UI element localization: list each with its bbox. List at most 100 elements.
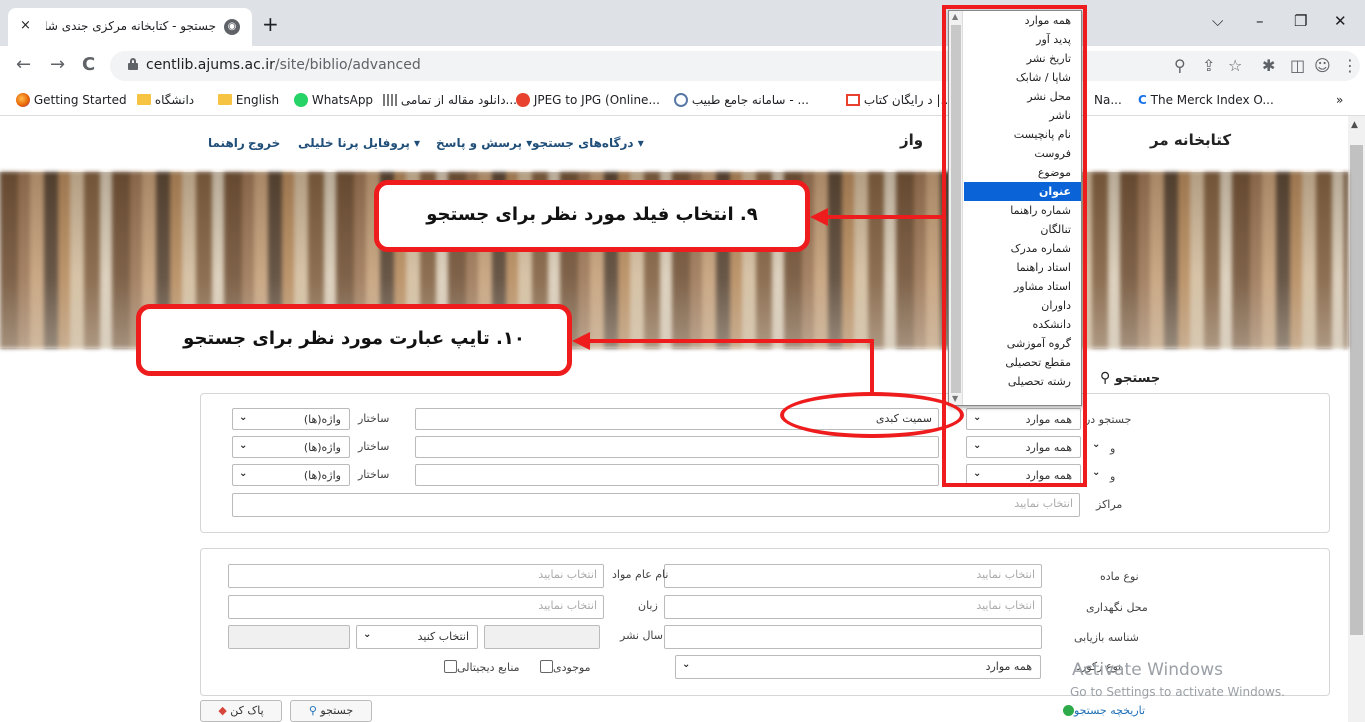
bookmarks-overflow-icon[interactable]: » [1336,93,1343,107]
nav-qa[interactable]: پرسش و پاسخ ▾ [436,136,532,150]
search-in-label: جستجو در [1085,413,1132,426]
search-section-title: ⚲ جستجو [1100,370,1161,386]
centers-label: مراکز [1096,498,1123,511]
nav-search-portals[interactable]: درگاه‌های جستجو ▾ [532,136,644,150]
red-box-icon [846,94,860,106]
site-favicon-icon: ◉ [224,19,240,35]
bars-icon [383,94,397,106]
history-icon [1063,705,1074,716]
chevron-down-icon: ⌄ [239,412,248,423]
material-type-input[interactable]: انتخاب نمایید [664,564,1042,588]
scroll-up-icon[interactable]: ▲ [1351,120,1358,130]
sidepanel-icon[interactable]: ◫ [1290,56,1305,75]
structure-label-1: ساختار [358,412,390,425]
search-icon: ⚲ [308,704,317,717]
bookmark-getting-started[interactable]: Getting Started [16,93,127,107]
site-title-tail: واز [900,131,924,149]
annotation-query-ellipse [780,392,964,438]
firefox-icon [16,93,30,107]
bookmark-article-download[interactable]: دانلود مقاله از تمامی... [383,93,517,107]
site-header [0,116,1348,172]
record-type-select[interactable]: همه موارد ⌄ [675,655,1041,679]
profile-avatar-icon[interactable]: ☺ [1314,56,1331,75]
retrieval-id-label: شناسه بازیابی [1074,631,1139,644]
search-button[interactable]: ⚲ جستجو [290,700,372,722]
location-input[interactable]: انتخاب نمایید [664,595,1042,619]
chevron-down-icon: ⌄ [1092,439,1101,450]
annotation-arrow-10-stem [870,339,874,393]
checkbox-icon [444,660,457,673]
share-icon[interactable]: ⇪ [1202,56,1215,75]
folder-icon [137,94,151,105]
general-name-input[interactable]: انتخاب نمایید [228,564,604,588]
available-checkbox[interactable]: موجودی [540,660,591,674]
new-tab-button[interactable]: + [262,12,279,36]
tab-search-icon[interactable]: ⌵ [1212,12,1223,30]
digital-resources-checkbox[interactable]: منابع دیجیتالی [444,660,520,674]
structure-label-2: ساختار [358,440,390,453]
reload-button[interactable]: C [82,54,95,75]
search-history-link[interactable]: تاریخچه جستجو [1060,704,1145,717]
structure-select-2[interactable]: واژه(ها) ⌄ [232,436,350,458]
lock-icon [128,58,138,70]
annotation-arrow-9-line [826,215,942,219]
general-name-label: نام عام مواد [612,568,669,581]
query-input-2[interactable] [415,436,939,458]
eraser-icon: ◆ [218,704,227,717]
structure-select-3[interactable]: واژه(ها) ⌄ [232,464,350,486]
chevron-down-icon: ⌄ [682,659,691,670]
bookmark-free-books[interactable]: د رایگان کتاب |... [846,93,952,107]
page-scroll-thumb[interactable] [1350,145,1363,635]
chevron-down-icon: ⌄ [239,468,248,479]
pub-year-to-input[interactable] [228,625,350,649]
nav-logout[interactable]: خروج [248,136,280,150]
clear-button[interactable]: ◆ پاک کن [200,700,282,722]
chevron-down-icon: ⌄ [239,440,248,451]
operator-label-3: و [1110,470,1116,483]
bookmark-university[interactable]: دانشگاه [137,93,194,107]
retrieval-id-input[interactable] [664,625,1042,649]
back-button[interactable]: ← [16,54,31,75]
bookmark-english[interactable]: English [218,93,279,107]
tab-close-icon[interactable]: × [20,18,31,33]
nav-help[interactable]: راهنما [208,136,245,150]
location-label: محل نگهداری [1086,601,1148,614]
checkbox-icon [540,660,553,673]
annotation-arrow-10-head [572,332,590,350]
merck-icon: C [1138,93,1147,107]
forward-button[interactable]: → [50,54,65,75]
browser-tab[interactable]: ◉ جستجو - کتابخانه مرکزی جندی شاپور × [8,8,252,46]
star-icon[interactable]: ☆ [1228,56,1242,75]
close-window-button[interactable]: ✕ [1334,12,1347,30]
language-input[interactable]: انتخاب نمایید [228,595,604,619]
bookmark-merck-index[interactable]: C The Merck Index O... [1138,93,1274,107]
minimize-button[interactable]: – [1256,12,1264,30]
activate-windows-subtitle: Go to Settings to activate Windows. [1070,685,1285,699]
activate-windows-title: Activate Windows [1072,660,1223,680]
query-input-3[interactable] [415,464,939,486]
search-icon: ⚲ [1100,370,1111,386]
operator-select-3[interactable]: ⌄ [1086,464,1104,486]
chevron-down-icon: ⌄ [1092,467,1101,478]
bookmark-jpeg-to-jpg[interactable]: JPEG to JPG (Online... [516,93,660,107]
restore-button[interactable]: ❐ [1294,12,1307,30]
annotation-arrow-9-head [810,208,828,226]
zoom-icon[interactable]: ⚲ [1174,56,1186,75]
extensions-icon[interactable]: ✱ [1262,56,1275,75]
centers-input[interactable]: انتخاب نمایید [232,493,1080,517]
gray-circle-icon [674,93,688,107]
structure-select-1[interactable]: واژه(ها) ⌄ [232,408,350,430]
nav-profile[interactable]: پروفایل پرنا خلیلی ▾ [298,136,420,150]
folder-icon [218,94,232,105]
bookmark-whatsapp[interactable]: WhatsApp [294,93,373,107]
bookmark-na[interactable]: Na... [1094,93,1122,107]
operator-select-2[interactable]: ⌄ [1086,436,1104,458]
pub-year-operator-select[interactable]: انتخاب کنید ⌄ [356,625,478,649]
annotation-callout-9: ۹. انتخاب فیلد مورد نظر برای جستجو [374,180,810,252]
pub-year-from-input[interactable] [484,625,600,649]
url-text[interactable]: centlib.ajums.ac.ir/site/biblio/advanced [146,57,421,73]
menu-icon[interactable]: ⋮ [1342,56,1358,75]
bookmark-tabib[interactable]: سامانه جامع طبیب - ... [674,93,809,107]
material-type-label: نوع ماده [1100,570,1139,583]
site-title: کتابخانه مر [1150,131,1232,149]
